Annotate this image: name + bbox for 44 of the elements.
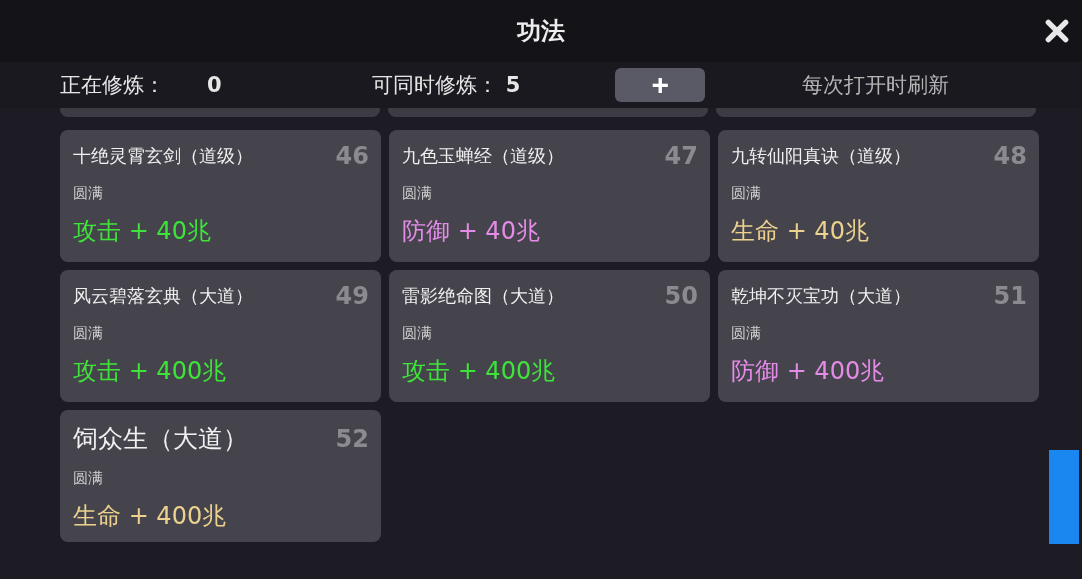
skill-status: 圆满 — [402, 324, 432, 343]
skill-bonus: 防御 + 40兆 — [402, 216, 540, 247]
skill-bonus: 生命 + 400兆 — [73, 501, 227, 532]
skill-card[interactable]: 十绝灵霄玄剑（道级） 46 圆满 攻击 + 40兆 — [60, 130, 381, 262]
skill-name: 风云碧落玄典（大道） — [73, 284, 253, 308]
scrollbar-thumb[interactable] — [1049, 450, 1079, 544]
skill-number: 50 — [664, 282, 698, 310]
skill-name: 饲众生（大道） — [73, 423, 248, 455]
skill-status: 圆满 — [731, 324, 761, 343]
skill-status: 圆满 — [402, 184, 432, 203]
skill-number: 47 — [664, 142, 698, 170]
capacity-label: 可同时修炼： — [371, 72, 498, 99]
skill-name: 雷影绝命图（大道） — [402, 284, 564, 308]
skill-bonus: 生命 + 40兆 — [731, 216, 869, 247]
add-button[interactable]: + — [615, 68, 706, 102]
capacity-count: 5 — [505, 73, 521, 97]
window-title: 功法 — [517, 16, 565, 47]
skill-card[interactable]: 乾坤不灭宝功（大道） 51 圆满 防御 + 400兆 — [718, 270, 1039, 402]
skill-status: 圆满 — [731, 184, 761, 203]
skill-bonus: 攻击 + 40兆 — [73, 216, 211, 247]
skill-card[interactable]: 雷影绝命图（大道） 50 圆满 攻击 + 400兆 — [389, 270, 710, 402]
skill-number: 48 — [993, 142, 1027, 170]
skill-status: 圆满 — [73, 324, 103, 343]
skill-bonus: 攻击 + 400兆 — [402, 356, 556, 387]
skill-status: 圆满 — [73, 469, 103, 488]
skill-card[interactable]: 九色玉蝉经（道级） 47 圆满 防御 + 40兆 — [389, 130, 710, 262]
skill-number: 51 — [993, 282, 1027, 310]
refresh-note: 每次打开时刷新 — [802, 72, 950, 99]
training-label: 正在修炼： — [60, 72, 165, 99]
skill-name: 九转仙阳真诀（道级） — [731, 144, 911, 168]
skill-card[interactable]: 饲众生（大道） 52 圆满 生命 + 400兆 — [60, 410, 381, 542]
skill-card[interactable]: 九转仙阳真诀（道级） 48 圆满 生命 + 40兆 — [718, 130, 1039, 262]
skill-card[interactable]: 风云碧落玄典（大道） 49 圆满 攻击 + 400兆 — [60, 270, 381, 402]
training-count: 0 — [207, 73, 222, 97]
skill-number: 49 — [335, 282, 369, 310]
skill-name: 九色玉蝉经（道级） — [402, 144, 564, 168]
skill-status: 圆满 — [73, 184, 103, 203]
skill-number: 46 — [335, 142, 369, 170]
skill-name: 乾坤不灭宝功（大道） — [731, 284, 911, 308]
skill-name: 十绝灵霄玄剑（道级） — [73, 144, 253, 168]
skill-bonus: 攻击 + 400兆 — [73, 356, 227, 387]
skill-bonus: 防御 + 400兆 — [731, 356, 885, 387]
skill-number: 52 — [335, 424, 369, 453]
close-icon[interactable] — [1044, 18, 1070, 44]
